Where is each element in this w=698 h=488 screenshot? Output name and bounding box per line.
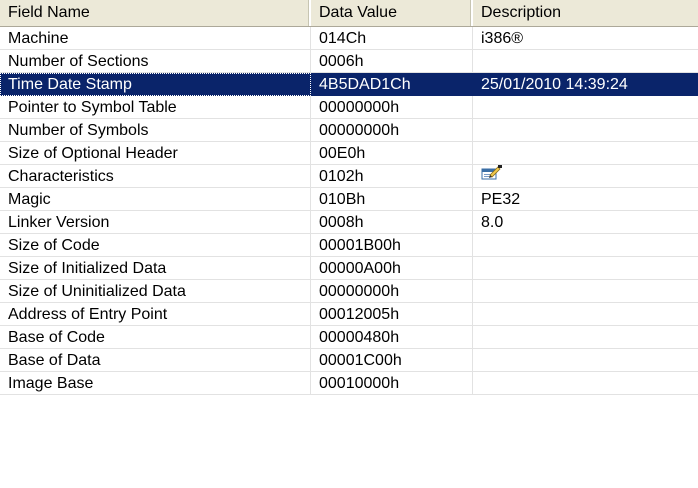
field-name-cell: Magic [0, 188, 311, 211]
table-row[interactable]: Image Base 00010000h [0, 372, 698, 395]
data-value-cell: 010Bh [311, 188, 473, 211]
data-value-cell: 00000A00h [311, 257, 473, 280]
data-value-cell: 0008h [311, 211, 473, 234]
description-cell [473, 303, 698, 326]
field-name-cell: Machine [0, 27, 311, 50]
table-body: Machine 014Ch i386® Number of Sections 0… [0, 27, 698, 395]
column-header-row: Field Name Data Value Description [0, 0, 698, 27]
table-row[interactable]: Pointer to Symbol Table 00000000h [0, 96, 698, 119]
data-value-cell: 0006h [311, 50, 473, 73]
data-value-cell: 00012005h [311, 303, 473, 326]
table-row[interactable]: Size of Uninitialized Data 00000000h [0, 280, 698, 303]
field-name-cell: Base of Data [0, 349, 311, 372]
table-row-selected[interactable]: Time Date Stamp 4B5DAD1Ch 25/01/2010 14:… [0, 73, 698, 96]
table-row[interactable]: Number of Sections 0006h [0, 50, 698, 73]
table-row[interactable]: Base of Code 00000480h [0, 326, 698, 349]
data-value-cell: 4B5DAD1Ch [311, 73, 473, 96]
data-value-cell: 014Ch [311, 27, 473, 50]
data-value-cell: 0102h [311, 165, 473, 188]
table-row[interactable]: Linker Version 0008h 8.0 [0, 211, 698, 234]
table-row[interactable]: Address of Entry Point 00012005h [0, 303, 698, 326]
field-name-cell: Time Date Stamp [0, 73, 311, 96]
description-cell [473, 119, 698, 142]
description-cell [473, 280, 698, 303]
field-name-cell: Number of Sections [0, 50, 311, 73]
pe-header-grid: Field Name Data Value Description Machin… [0, 0, 698, 488]
table-row[interactable]: Characteristics 0102h [0, 165, 698, 188]
field-name-cell: Size of Code [0, 234, 311, 257]
field-name-cell: Image Base [0, 372, 311, 395]
data-value-cell: 00000000h [311, 119, 473, 142]
column-header-description[interactable]: Description [473, 0, 698, 26]
data-value-cell: 00010000h [311, 372, 473, 395]
table-row[interactable]: Size of Optional Header 00E0h [0, 142, 698, 165]
description-cell [473, 326, 698, 349]
description-cell: PE32 [473, 188, 698, 211]
field-name-cell: Characteristics [0, 165, 311, 188]
description-cell: i386® [473, 27, 698, 50]
description-cell [473, 257, 698, 280]
table-row[interactable]: Base of Data 00001C00h [0, 349, 698, 372]
field-name-cell: Size of Optional Header [0, 142, 311, 165]
table-row[interactable]: Machine 014Ch i386® [0, 27, 698, 50]
description-cell: 8.0 [473, 211, 698, 234]
description-cell [473, 142, 698, 165]
field-name-cell: Linker Version [0, 211, 311, 234]
data-value-cell: 00000000h [311, 280, 473, 303]
field-name-cell: Address of Entry Point [0, 303, 311, 326]
table-row[interactable]: Number of Symbols 00000000h [0, 119, 698, 142]
table-row[interactable]: Magic 010Bh PE32 [0, 188, 698, 211]
edit-properties-icon[interactable] [481, 165, 503, 187]
description-cell [473, 96, 698, 119]
field-name-cell: Size of Initialized Data [0, 257, 311, 280]
table-row[interactable]: Size of Code 00001B00h [0, 234, 698, 257]
description-cell [473, 234, 698, 257]
data-value-cell: 00000000h [311, 96, 473, 119]
data-value-cell: 00001B00h [311, 234, 473, 257]
description-cell [473, 50, 698, 73]
field-name-cell: Size of Uninitialized Data [0, 280, 311, 303]
data-value-cell: 00000480h [311, 326, 473, 349]
column-header-data-value[interactable]: Data Value [311, 0, 473, 26]
data-value-cell: 00001C00h [311, 349, 473, 372]
field-name-cell: Base of Code [0, 326, 311, 349]
column-header-field-name[interactable]: Field Name [0, 0, 311, 26]
table-row[interactable]: Size of Initialized Data 00000A00h [0, 257, 698, 280]
description-cell [473, 165, 698, 188]
description-cell [473, 372, 698, 395]
field-name-cell: Number of Symbols [0, 119, 311, 142]
field-name-cell: Pointer to Symbol Table [0, 96, 311, 119]
description-cell: 25/01/2010 14:39:24 [473, 73, 698, 96]
data-value-cell: 00E0h [311, 142, 473, 165]
description-cell [473, 349, 698, 372]
